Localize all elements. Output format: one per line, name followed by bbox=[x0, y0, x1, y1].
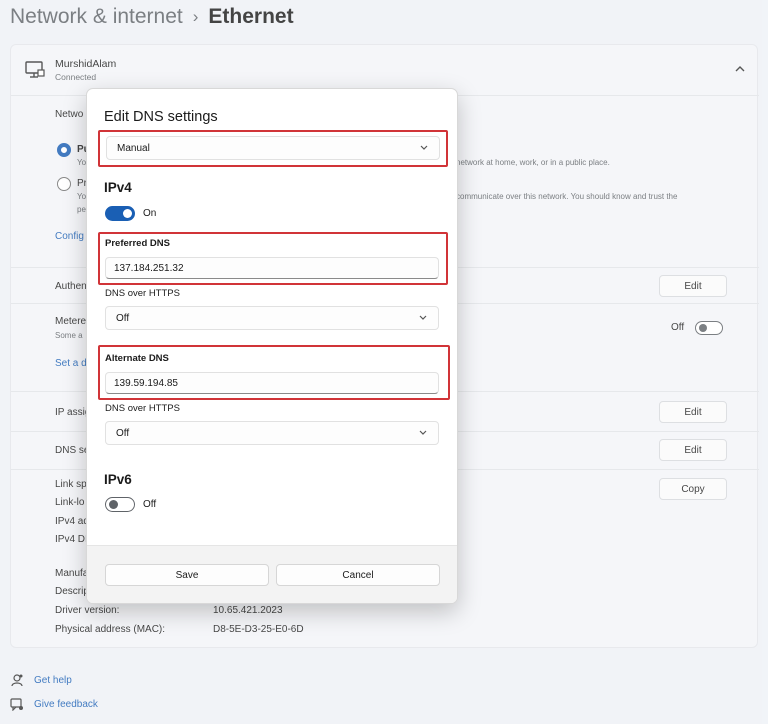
alternate-dns-label: Alternate DNS bbox=[105, 353, 169, 364]
alternate-dns-value: 139.59.194.85 bbox=[114, 377, 178, 389]
chevron-down-icon bbox=[419, 315, 427, 320]
doh-alternate-label: DNS over HTTPS bbox=[105, 403, 180, 414]
doh-alternate-value: Off bbox=[116, 427, 130, 439]
ipv4-toggle[interactable] bbox=[105, 206, 135, 221]
ipv6-toggle-label: Off bbox=[143, 499, 157, 510]
preferred-dns-value: 137.184.251.32 bbox=[114, 262, 184, 274]
dns-mode-value: Manual bbox=[117, 142, 150, 154]
doh-preferred-value: Off bbox=[116, 312, 130, 324]
save-button[interactable]: Save bbox=[105, 564, 269, 586]
ipv6-toggle[interactable] bbox=[105, 497, 135, 512]
dialog-title: Edit DNS settings bbox=[104, 109, 218, 125]
preferred-dns-input[interactable]: 137.184.251.32 bbox=[105, 257, 439, 279]
doh-alternate-dropdown[interactable]: Off bbox=[105, 421, 439, 445]
dns-mode-dropdown[interactable]: Manual bbox=[106, 136, 440, 160]
edit-dns-dialog: Edit DNS settings Manual IPv4 On Preferr… bbox=[86, 88, 458, 604]
cancel-button[interactable]: Cancel bbox=[276, 564, 440, 586]
alternate-dns-input[interactable]: 139.59.194.85 bbox=[105, 372, 439, 394]
ipv4-heading: IPv4 bbox=[104, 180, 132, 195]
doh-preferred-dropdown[interactable]: Off bbox=[105, 306, 439, 330]
preferred-dns-label: Preferred DNS bbox=[105, 238, 170, 249]
dialog-footer: Save Cancel bbox=[87, 545, 457, 603]
chevron-down-icon bbox=[420, 145, 428, 150]
ipv4-toggle-label: On bbox=[143, 208, 157, 219]
ipv6-heading: IPv6 bbox=[104, 472, 132, 487]
doh-preferred-label: DNS over HTTPS bbox=[105, 288, 180, 299]
chevron-down-icon bbox=[419, 430, 427, 435]
